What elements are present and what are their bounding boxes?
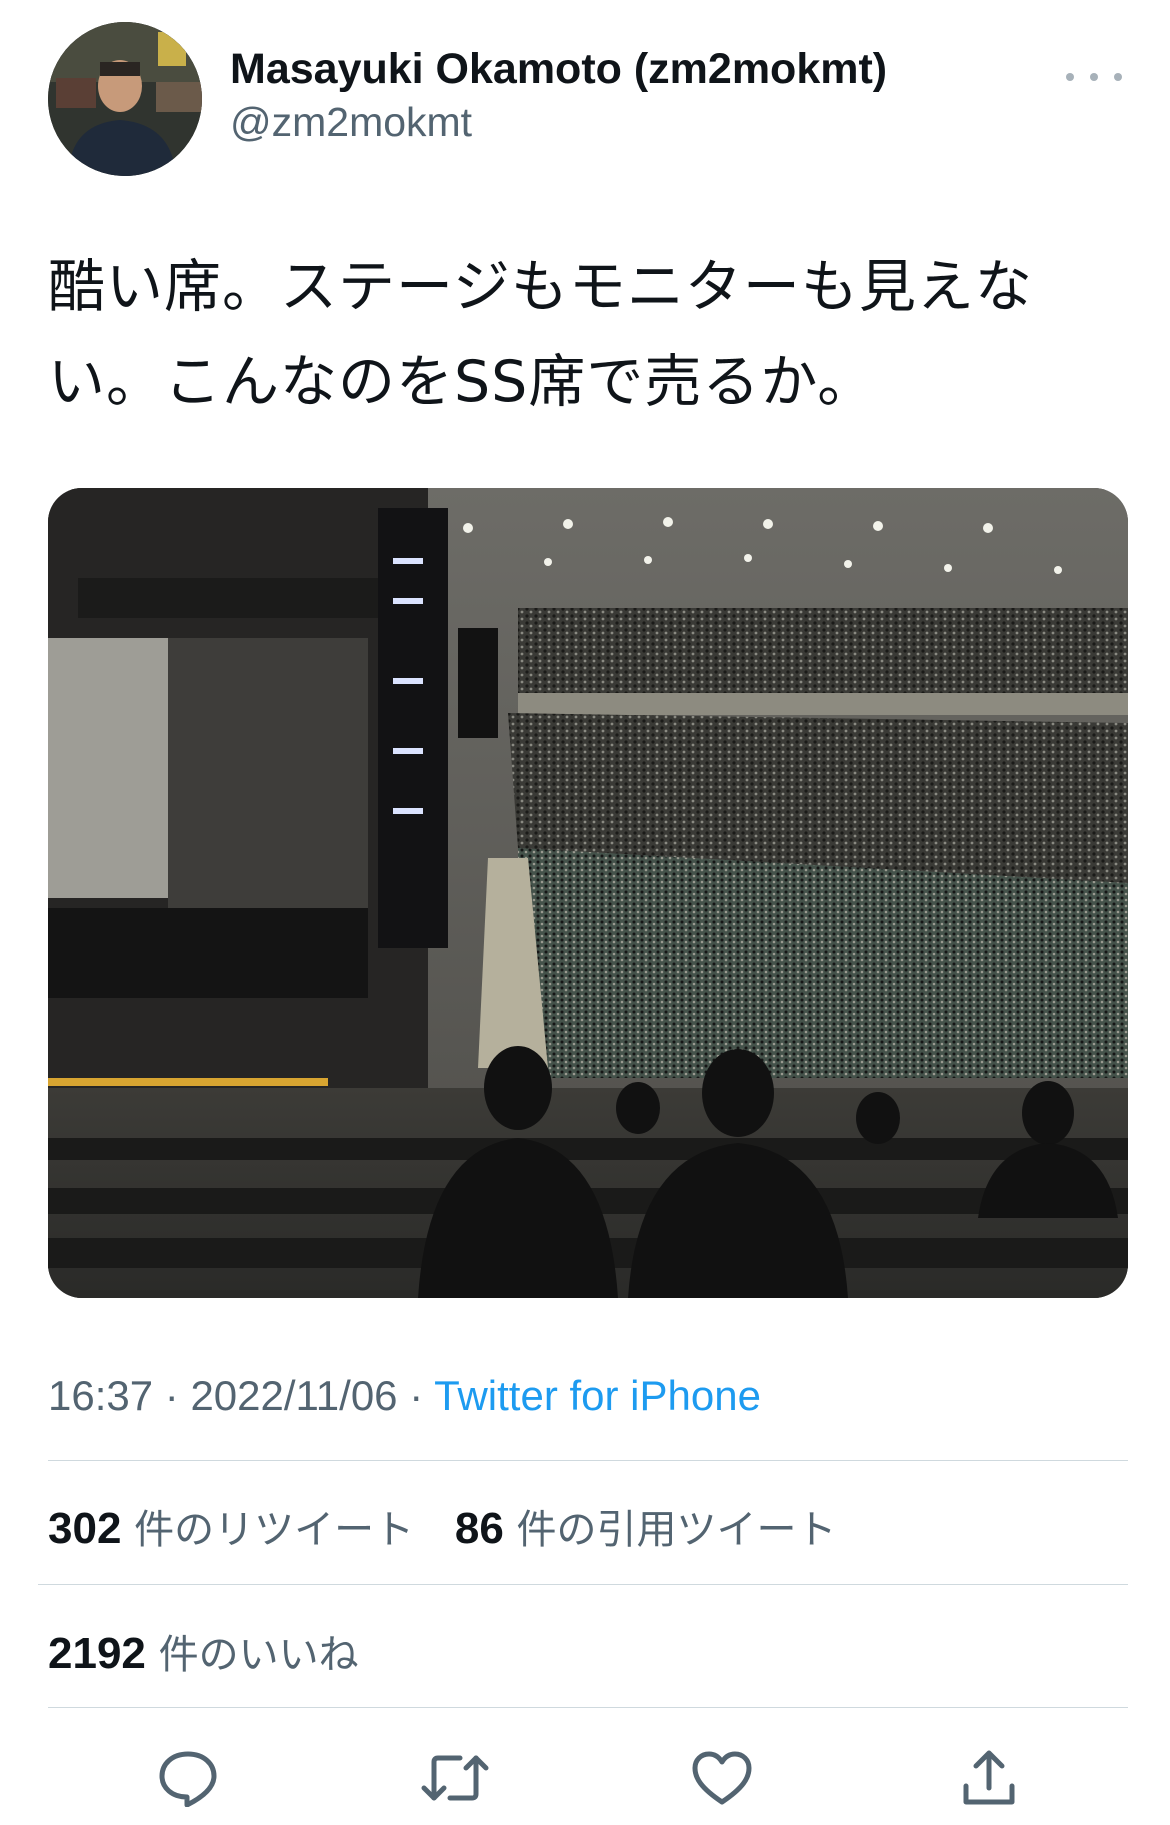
tweet-photo[interactable] bbox=[48, 488, 1128, 1298]
tweet-meta: 16:37 · 2022/11/06 · Twitter for iPhone bbox=[48, 1372, 761, 1420]
divider bbox=[48, 1460, 1128, 1461]
tweet-date: 2022/11/06 bbox=[190, 1372, 398, 1419]
quote-label: 件の引用ツイート bbox=[516, 1507, 837, 1553]
author-names: Masayuki Okamoto (zm2mokmt) @zm2mokmt bbox=[230, 44, 887, 147]
tweet-text: 酷い席。ステージもモニターも見えな い。こんなのをSS席で売るか。 bbox=[48, 240, 1128, 430]
tweet-header: Masayuki Okamoto (zm2mokmt) @zm2mokmt bbox=[48, 22, 1122, 178]
avatar[interactable] bbox=[48, 22, 202, 176]
more-dot bbox=[1114, 73, 1122, 81]
divider bbox=[38, 1584, 1128, 1585]
tweet-text-line: い。こんなのをSS席で売るか。 bbox=[48, 349, 876, 415]
like-stats-row: 2192 件のいいね bbox=[48, 1622, 387, 1680]
like-count: 2192 bbox=[48, 1629, 146, 1678]
heart-icon[interactable] bbox=[687, 1743, 757, 1813]
retweet-count: 302 bbox=[48, 1504, 122, 1553]
more-dots-icon[interactable] bbox=[1066, 62, 1122, 92]
reply-icon[interactable] bbox=[153, 1743, 223, 1813]
retweet-label: 件のリツイート bbox=[134, 1507, 415, 1553]
share-icon[interactable] bbox=[954, 1743, 1024, 1813]
quote-count: 86 bbox=[454, 1504, 504, 1553]
retweet-icon[interactable] bbox=[420, 1743, 490, 1813]
tweet-action-bar bbox=[48, 1743, 1122, 1813]
divider bbox=[48, 1707, 1128, 1708]
retweet-stats-row: 302 件のリツイート 86 件の引用ツイート bbox=[48, 1497, 865, 1555]
retweet-count-link[interactable]: 302 件のリツイート bbox=[48, 1504, 427, 1553]
quote-count-link[interactable]: 86 件の引用ツイート bbox=[454, 1504, 837, 1553]
meta-separator: · bbox=[164, 1372, 179, 1419]
more-dot bbox=[1066, 73, 1074, 81]
tweet-text-line: 酷い席。ステージもモニターも見えな bbox=[48, 254, 1033, 320]
meta-separator: · bbox=[409, 1372, 424, 1419]
user-handle[interactable]: @zm2mokmt bbox=[230, 98, 887, 147]
like-count-link[interactable]: 2192 件のいいね bbox=[48, 1629, 359, 1678]
more-dot bbox=[1090, 73, 1098, 81]
like-label: 件のいいね bbox=[158, 1632, 359, 1678]
display-name[interactable]: Masayuki Okamoto (zm2mokmt) bbox=[230, 44, 887, 96]
tweet-source-link[interactable]: Twitter for iPhone bbox=[434, 1372, 761, 1419]
tweet-time: 16:37 bbox=[48, 1372, 154, 1419]
